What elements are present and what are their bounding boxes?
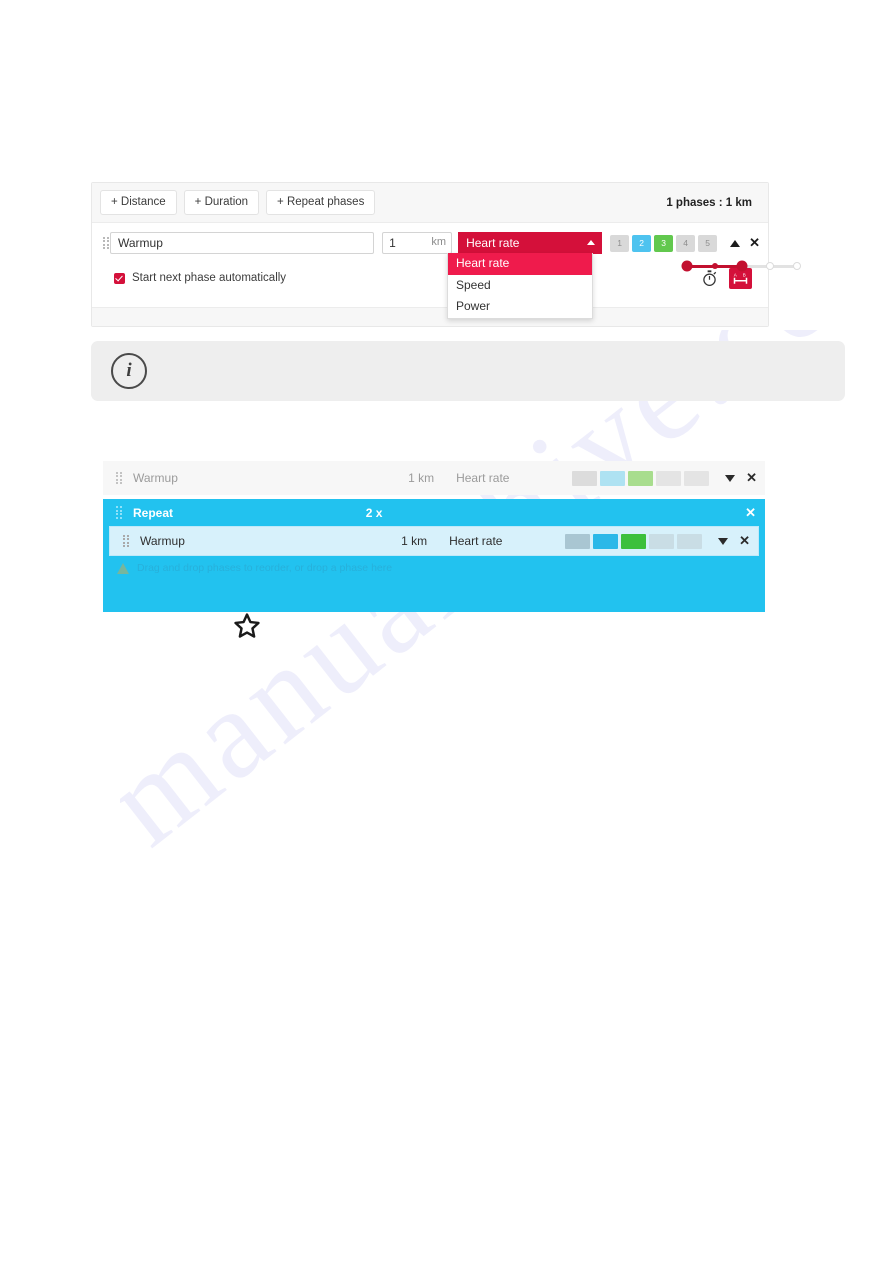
phase-row-distance: 1 km: [401, 534, 428, 548]
add-repeat-phases-button[interactable]: + Repeat phases: [266, 190, 376, 215]
phase-list-panel: Warmup 1 km Heart rate ✕ Repeat 2 x ✕ Wa…: [103, 461, 765, 612]
phase-row-name: Warmup: [133, 471, 178, 485]
chevron-up-icon: [587, 240, 596, 245]
delete-phase-icon[interactable]: ✕: [746, 471, 757, 484]
target-type-selected-label: Heart rate: [466, 236, 520, 250]
phase-editor-main-row: km Heart rate 1 2 3 4 5 ✕: [92, 231, 768, 255]
slider-dot-1[interactable]: [681, 260, 693, 272]
phase-name-input[interactable]: [110, 232, 375, 254]
dropdown-option-power[interactable]: Power: [448, 296, 592, 318]
slider-track: [681, 260, 801, 272]
expand-phase-icon[interactable]: [718, 537, 729, 545]
zone-button-5[interactable]: 5: [698, 234, 718, 252]
expand-phase-icon[interactable]: [725, 474, 736, 482]
zone-button-2[interactable]: 2: [632, 234, 652, 252]
target-type-dropdown-menu[interactable]: Heart rate Speed Power: [447, 253, 593, 319]
dropdown-option-speed[interactable]: Speed: [448, 275, 592, 297]
delete-phase-icon[interactable]: ✕: [739, 534, 750, 547]
editor-toolbar: + Distance + Duration + Repeat phases 1 …: [92, 183, 768, 222]
repeat-inner-row-warmup[interactable]: Warmup 1 km Heart rate ✕: [109, 526, 759, 556]
zone-button-3[interactable]: 3: [654, 234, 674, 252]
zone-button-1[interactable]: 1: [610, 234, 630, 252]
zone-bar-4: [649, 533, 675, 549]
phase-row-zone-bars: [572, 470, 710, 486]
info-callout: i: [91, 341, 845, 401]
zone-bar-1: [572, 470, 598, 486]
repeat-count[interactable]: 2 x: [366, 506, 553, 520]
phase-row-target: Heart rate: [456, 471, 510, 485]
phase-distance-input[interactable]: [382, 232, 453, 254]
phase-row-target: Heart rate: [449, 534, 503, 548]
phase-editor-options-row: Start next phase automatically A B: [92, 255, 768, 291]
delete-phase-icon[interactable]: ✕: [749, 236, 760, 249]
phase-row-name: Warmup: [140, 534, 185, 548]
zone-bar-3: [621, 533, 647, 549]
info-icon: i: [111, 353, 147, 389]
zone-button-4[interactable]: 4: [676, 234, 696, 252]
dropdown-option-heart-rate[interactable]: Heart rate: [448, 253, 592, 275]
delete-repeat-icon[interactable]: ✕: [745, 506, 756, 519]
warning-triangle-icon: [117, 562, 130, 574]
slider-dot-3[interactable]: [736, 260, 748, 272]
phase-row-controls: ✕: [725, 471, 757, 484]
zone-bar-1: [565, 533, 591, 549]
zone-selector: 1 2 3 4 5: [610, 234, 720, 252]
collapse-phase-icon[interactable]: [730, 239, 741, 247]
zone-bar-5: [677, 533, 703, 549]
repeat-drop-hint-text: Drag and drop phases to reorder, or drop…: [137, 562, 393, 574]
zone-bar-5: [684, 470, 710, 486]
slider-dot-2[interactable]: [711, 263, 718, 269]
phases-summary: 1 phases : 1 km: [666, 196, 752, 209]
phase-distance-field: km: [382, 232, 453, 254]
drag-handle-icon[interactable]: [111, 471, 123, 485]
phase-row-controls: ✕: [730, 236, 760, 249]
repeat-drop-hint: Drag and drop phases to reorder, or drop…: [109, 558, 759, 578]
drag-handle-icon[interactable]: [98, 236, 110, 250]
target-type-select[interactable]: Heart rate: [458, 232, 603, 254]
phase-list-row-warmup[interactable]: Warmup 1 km Heart rate ✕: [103, 461, 765, 495]
zone-bar-4: [656, 470, 682, 486]
auto-next-checkbox[interactable]: [114, 272, 125, 284]
phase-row-controls: ✕: [718, 534, 750, 547]
zone-range-slider[interactable]: [681, 255, 802, 277]
zone-bar-3: [628, 470, 654, 486]
repeat-title: Repeat: [133, 505, 174, 520]
auto-next-label: Start next phase automatically: [132, 272, 287, 284]
editor-panel-footer: [92, 308, 768, 326]
phase-row-zone-bars: [565, 533, 703, 549]
phase-editor-card: km Heart rate 1 2 3 4 5 ✕ Start next pha…: [92, 222, 801, 319]
zone-bar-2: [600, 470, 626, 486]
watermark: manualshive.com: [80, 151, 893, 1030]
drag-handle-icon[interactable]: [111, 506, 123, 519]
drag-handle-icon[interactable]: [118, 534, 130, 548]
add-duration-button[interactable]: + Duration: [183, 190, 260, 215]
phase-editor-panel: + Distance + Duration + Repeat phases 1 …: [91, 182, 801, 327]
slider-dot-5[interactable]: [793, 262, 801, 270]
repeat-group: Repeat 2 x ✕ Warmup 1 km Heart rate ✕ Dr…: [103, 499, 765, 612]
favourite-star-icon[interactable]: [233, 612, 261, 645]
zone-bar-2: [593, 533, 619, 549]
slider-dot-4[interactable]: [765, 262, 774, 270]
phase-row-distance: 1 km: [408, 471, 435, 485]
repeat-group-header[interactable]: Repeat 2 x ✕: [103, 499, 765, 526]
add-distance-button[interactable]: + Distance: [100, 190, 177, 215]
